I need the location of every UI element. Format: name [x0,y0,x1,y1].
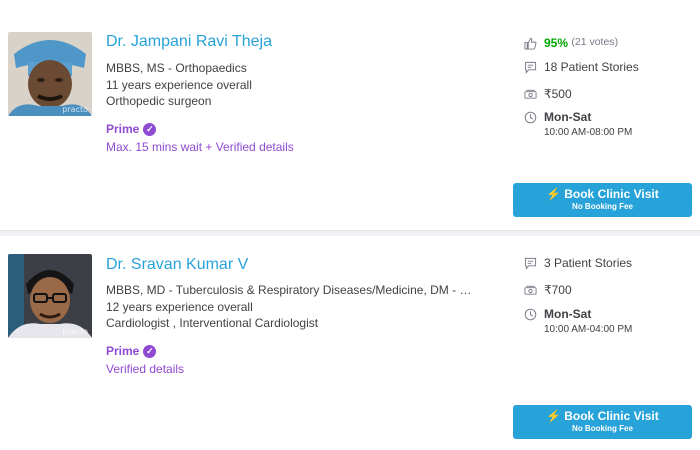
fee-stat: ₹500 [524,87,572,101]
specialty: Cardiologist , Interventional Cardiologi… [106,316,319,330]
patient-stories-label: 18 Patient Stories [544,60,639,74]
clock-icon [524,308,537,321]
book-clinic-visit-button[interactable]: ⚡ Book Clinic Visit No Booking Fee [513,405,692,439]
thumbs-up-icon [524,37,537,50]
available-hours: 10:00 AM-08:00 PM [544,127,633,138]
fee-stat: ₹700 [524,283,572,297]
qualification: MBBS, MS - Orthopaedics [106,61,247,75]
prime-badge: Prime ✓ [106,344,157,358]
lightning-icon: ⚡ [546,187,562,201]
book-button-label: Book Clinic Visit [564,409,659,423]
available-days: Mon-Sat [544,307,592,321]
patient-stories-label: 3 Patient Stories [544,256,633,270]
experience: 12 years experience overall [106,299,253,314]
timing-stat: Mon-Sat 10:00 AM-04:00 PM [524,307,632,335]
patient-stories-stat[interactable]: 18 Patient Stories [524,60,639,74]
prime-detail: Verified details [106,362,185,376]
prime-badge: Prime ✓ [106,122,157,136]
photo-watermark: practo [62,327,88,336]
doctor-name-link[interactable]: Dr. Sravan Kumar V [106,256,248,274]
timing-stat: Mon-Sat 10:00 AM-08:00 PM [524,110,632,138]
money-icon [524,284,537,297]
experience: 11 years experience overall [106,77,252,92]
book-button-sublabel: No Booking Fee [572,424,633,433]
fee-amount: ₹700 [544,283,572,297]
rating-stat: 95% (21 votes) [524,36,618,50]
check-badge-icon: ✓ [143,344,157,358]
check-badge-icon: ✓ [143,122,157,136]
prime-label: Prime [106,344,140,358]
doctor-info: MBBS, MS - Orthopaedics 11 years experie… [106,60,476,110]
prime-detail: Max. 15 mins wait + Verified details [106,140,294,154]
clock-icon [524,111,537,124]
book-button-sublabel: No Booking Fee [572,202,633,211]
lightning-icon: ⚡ [546,409,562,423]
book-button-label: Book Clinic Visit [564,187,659,201]
doctor-card: practo Dr. Sravan Kumar V MBBS, MD - Tub… [0,236,700,450]
book-clinic-visit-button[interactable]: ⚡ Book Clinic Visit No Booking Fee [513,183,692,217]
qualification: MBBS, MD - Tuberculosis & Respiratory Di… [106,283,476,297]
rating-votes: (21 votes) [571,36,619,48]
doctor-photo[interactable]: practo [8,32,92,116]
doctor-name-link[interactable]: Dr. Jampani Ravi Theja [106,33,272,51]
money-icon [524,88,537,101]
photo-watermark: practo [62,105,88,114]
patient-stories-stat[interactable]: 3 Patient Stories [524,256,632,270]
available-days: Mon-Sat [544,110,592,124]
doctor-info: MBBS, MD - Tuberculosis & Respiratory Di… [106,282,476,332]
prime-label: Prime [106,122,140,136]
rating-percent: 95% [544,36,569,50]
doctor-photo[interactable]: practo [8,254,92,338]
doctor-card: practo Dr. Jampani Ravi Theja MBBS, MS -… [0,0,700,230]
chat-bubble-icon [524,257,537,270]
fee-amount: ₹500 [544,87,572,101]
chat-bubble-icon [524,61,537,74]
available-hours: 10:00 AM-04:00 PM [544,324,633,335]
specialty: Orthopedic surgeon [106,94,212,108]
